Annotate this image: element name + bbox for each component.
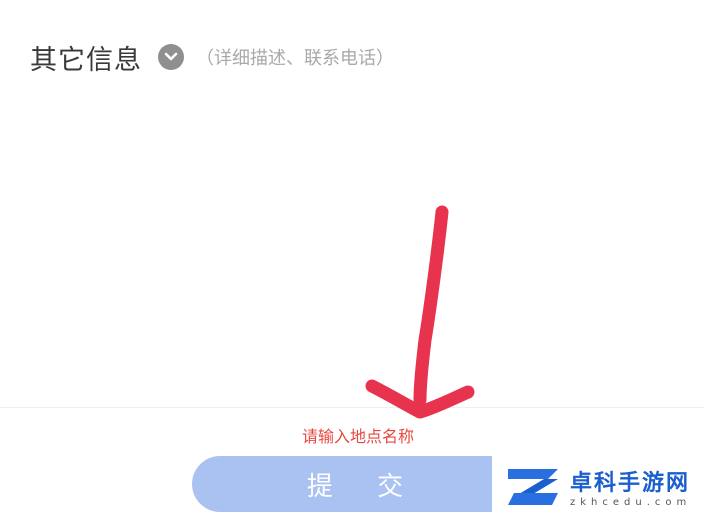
watermark: 卓科手游网 zkhcedu.com <box>492 456 704 516</box>
chevron-down-icon-glyph <box>164 52 178 61</box>
watermark-text: 卓科手游网 zkhcedu.com <box>570 465 691 508</box>
section-hint: （详细描述、联系电话） <box>196 48 394 69</box>
section-title: 其它信息 <box>30 44 142 76</box>
other-info-textarea[interactable] <box>30 92 674 396</box>
chevron-down-icon[interactable] <box>158 44 184 70</box>
watermark-domain: zkhcedu.com <box>570 496 692 508</box>
other-info-header: 其它信息 （详细描述、联系电话） <box>30 34 394 80</box>
validation-message: 请输入地点名称 <box>302 427 415 446</box>
divider <box>0 407 704 408</box>
watermark-logo-icon <box>508 469 558 505</box>
watermark-name: 卓科手游网 <box>570 469 691 496</box>
submit-button[interactable]: 提 交 <box>192 456 518 512</box>
